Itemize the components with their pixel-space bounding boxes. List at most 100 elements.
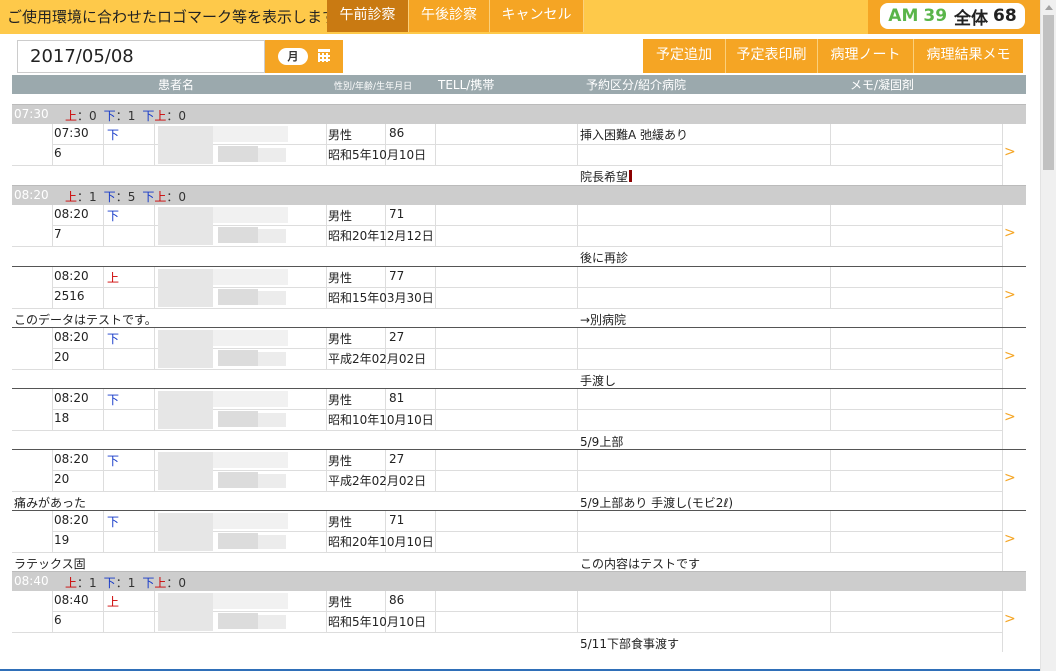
appointment-record[interactable]: 08:20 下 20 男性 27 平成2年02月02日 痛みがあった 5/9上部あり 手渡し(…	[12, 449, 1026, 511]
appointment-record[interactable]: 07:30 下 6 男性 86 昭和5年10月10日 挿入困難A 弛緩あり 院長希望 >	[12, 124, 1026, 185]
grid-line	[577, 124, 578, 166]
print-schedule-button[interactable]: 予定表印刷	[726, 39, 818, 73]
grid-line	[326, 450, 327, 492]
grid-line	[577, 205, 578, 247]
grid-line	[1002, 124, 1003, 185]
record-detail-arrow-icon[interactable]: >	[1004, 409, 1016, 425]
count-downup-label-up: 上	[154, 576, 167, 590]
record-detail-arrow-icon[interactable]: >	[1004, 287, 1016, 303]
counter-pill: AM 39 全体 68	[880, 3, 1025, 29]
patient-age: 86	[389, 593, 405, 607]
all-label: 全体	[954, 8, 989, 29]
patient-age: 71	[389, 513, 405, 527]
appointment-record[interactable]: 08:40 上 6 男性 86 昭和5年10月10日 5/11下部食事渡す >	[12, 591, 1026, 652]
grid-line	[830, 511, 831, 553]
grid-line	[435, 205, 436, 247]
grid-line	[103, 328, 104, 370]
grid-line	[830, 450, 831, 492]
pathology-note-button[interactable]: 病理ノート	[818, 39, 914, 73]
record-memo: 院長希望	[580, 168, 633, 185]
grid-line	[12, 246, 1002, 247]
date-picker-button[interactable]: 月	[265, 40, 343, 73]
record-number: 7	[54, 227, 62, 241]
grid-line	[154, 450, 155, 492]
patient-birthdate: 昭和5年10月10日	[328, 148, 427, 162]
record-detail-arrow-icon[interactable]: >	[1004, 348, 1016, 364]
grid-line	[12, 165, 1002, 166]
grid-line	[830, 267, 831, 309]
redaction-block	[218, 146, 258, 162]
grid-line	[103, 205, 104, 247]
weekday-badge: 月	[278, 48, 308, 65]
record-detail-arrow-icon[interactable]: >	[1004, 531, 1016, 547]
record-time: 08:20	[54, 391, 89, 405]
grid-line	[435, 124, 436, 166]
tab-afternoon[interactable]: 午後診察	[409, 0, 490, 32]
grid-line	[12, 369, 1002, 370]
date-input[interactable]: 2017/05/08	[17, 40, 265, 73]
appointment-record[interactable]: 08:20 下 7 男性 71 昭和20年12月12日 後に再診 >	[12, 205, 1026, 266]
patient-name-redacted	[158, 391, 326, 429]
count-colon: ：	[115, 576, 128, 590]
record-detail-arrow-icon[interactable]: >	[1004, 470, 1016, 486]
grid-line	[154, 328, 155, 370]
redaction-block	[258, 535, 286, 549]
record-exam-type: 下	[107, 332, 120, 346]
top-header: ご使用環境に合わせたロゴマーク等を表示します。 午前診察 午後診察 キャンセル …	[0, 0, 1040, 34]
redaction-block	[213, 593, 288, 609]
record-detail-arrow-icon[interactable]: >	[1004, 611, 1016, 627]
tab-cancel[interactable]: キャンセル	[490, 0, 584, 32]
group-counts: 上：1 下：1 下上：0	[65, 574, 186, 591]
patient-birthdate: 昭和15年03月30日	[328, 291, 434, 305]
patient-sex: 男性	[328, 454, 353, 468]
grid-line	[326, 591, 327, 633]
patient-age: 27	[389, 330, 405, 344]
scrollbar-thumb[interactable]	[1043, 15, 1054, 170]
patient-birthdate: 昭和20年10月10日	[328, 535, 434, 549]
vertical-scrollbar[interactable]	[1040, 0, 1056, 671]
appointment-record[interactable]: 08:20 上 2516 男性 77 昭和15年03月30日 このデータはテストです。 →別病…	[12, 266, 1026, 328]
patient-age: 86	[389, 126, 405, 140]
grid-line	[326, 124, 327, 166]
record-note: このデータはテストです。	[14, 313, 157, 327]
record-detail-arrow-icon[interactable]: >	[1004, 225, 1016, 241]
add-schedule-button[interactable]: 予定追加	[643, 39, 726, 73]
grid-line	[435, 267, 436, 309]
redaction-block	[158, 593, 213, 631]
grid-line	[154, 511, 155, 553]
count-down-value: 1	[127, 576, 136, 590]
record-exam-type: 上	[107, 595, 120, 609]
record-detail-arrow-icon[interactable]: >	[1004, 144, 1016, 160]
grid-line	[435, 591, 436, 633]
column-header: 患者名 性別/年齢/生年月日 TELL/携帯 予約区分/紹介病院 メモ/凝固剤	[12, 75, 1026, 94]
pathology-result-memo-button[interactable]: 病理結果メモ	[914, 39, 1023, 73]
grid-line	[1002, 205, 1003, 266]
count-downup-label-down: 下	[142, 109, 155, 123]
patient-age: 77	[389, 269, 405, 283]
redaction-block	[218, 533, 258, 549]
appointment-record[interactable]: 08:20 下 19 男性 71 昭和20年10月10日 ラテックス固 この内容はテストです >	[12, 510, 1026, 572]
count-up-value: 0	[89, 109, 97, 123]
calendar-icon[interactable]	[318, 49, 330, 62]
grid-line	[435, 511, 436, 553]
grid-line	[154, 205, 155, 247]
redaction-block	[258, 291, 286, 305]
count-colon: ：	[166, 576, 179, 590]
appointment-record[interactable]: 08:20 下 20 男性 27 平成2年02月02日 手渡し >	[12, 327, 1026, 389]
group-counts: 上：1 下：5 下上：0	[65, 188, 186, 205]
tab-morning[interactable]: 午前診察	[327, 0, 409, 32]
appointment-list: 07:30 上：0 下：1 下上：0 07:30 下 6 男性 86 昭和5年10月10日 挿入困難…	[12, 104, 1026, 671]
count-downup-value: 0	[178, 190, 187, 204]
appointment-record[interactable]: 08:20 下 18 男性 81 昭和10年10月10日 5/9上部 >	[12, 388, 1026, 450]
count-down-label: 下	[103, 190, 116, 204]
redaction-block	[213, 126, 288, 142]
grid-line	[154, 124, 155, 166]
patient-sex: 男性	[328, 128, 353, 142]
patient-name-redacted	[158, 452, 326, 490]
redaction-block	[213, 269, 288, 285]
scroll-up-arrow-icon[interactable]	[1045, 5, 1053, 10]
count-up-value: 1	[89, 190, 97, 204]
record-memo: →別病院	[580, 311, 626, 328]
grid-line	[326, 205, 327, 247]
record-time: 08:20	[54, 513, 89, 527]
